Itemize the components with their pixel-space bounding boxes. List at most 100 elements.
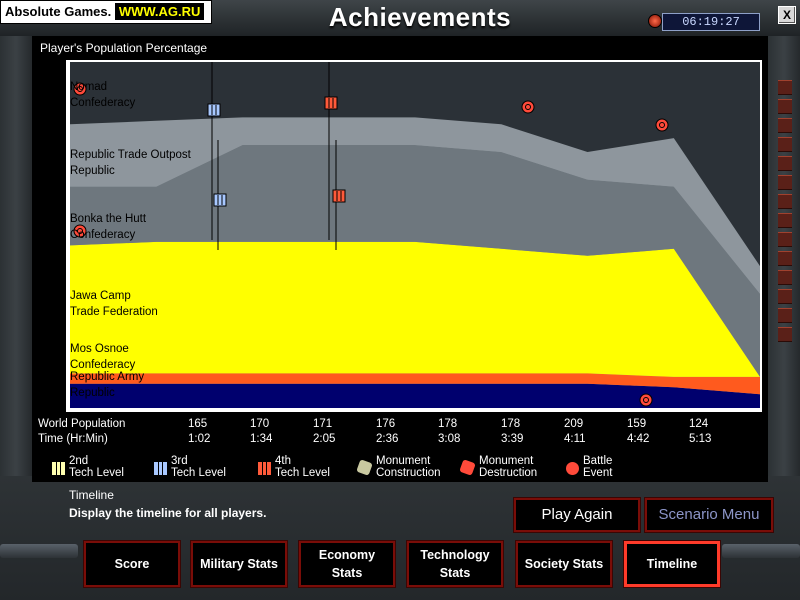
battle-event-icon bbox=[655, 118, 669, 132]
legend-label: Battle bbox=[583, 455, 613, 467]
player-name: Bonka the Hutt bbox=[70, 213, 147, 225]
legend-label: Tech Level bbox=[171, 467, 226, 479]
population-chart bbox=[66, 60, 762, 412]
tech-level-4-icon bbox=[332, 189, 346, 203]
battle-event-icon bbox=[521, 100, 535, 114]
tab-label: Score bbox=[114, 557, 150, 571]
tab-label: Technology bbox=[420, 548, 490, 562]
frame-vent bbox=[778, 118, 792, 133]
player-faction: Confederacy bbox=[70, 97, 136, 109]
population-value: 178 bbox=[501, 418, 521, 430]
player-name: Republic Army bbox=[70, 371, 145, 383]
legend-label: Event bbox=[583, 467, 613, 479]
right-frame bbox=[768, 36, 800, 476]
player-name: Jawa Camp bbox=[70, 290, 131, 302]
alert-light-icon bbox=[648, 14, 662, 28]
player-label-bonka: Bonka the Hutt Confederacy bbox=[70, 211, 146, 243]
section-description: Display the timeline for all players. bbox=[69, 506, 267, 520]
area-series-2 bbox=[70, 241, 760, 377]
frame-pipe bbox=[0, 544, 78, 558]
play-again-button[interactable]: Play Again bbox=[513, 497, 641, 533]
player-name: Nomad bbox=[70, 81, 108, 93]
time-value: 1:02 bbox=[188, 433, 211, 445]
tab-label: Stats bbox=[439, 566, 471, 580]
tech-level-3-icon bbox=[153, 461, 168, 476]
section-title: Timeline bbox=[69, 488, 114, 502]
legend-label: Tech Level bbox=[69, 467, 124, 479]
legend-label: Destruction bbox=[479, 467, 538, 479]
time-value: 2:36 bbox=[376, 433, 399, 445]
tab-label: Timeline bbox=[646, 557, 698, 571]
frame-vent bbox=[778, 289, 792, 304]
player-faction: Republic bbox=[70, 387, 115, 399]
frame-vent bbox=[778, 213, 792, 228]
time-value: 3:08 bbox=[438, 433, 461, 445]
technology-stats-tab[interactable]: Technology Stats bbox=[406, 540, 504, 588]
player-label-nomad: Nomad Confederacy bbox=[70, 79, 135, 111]
time-value: 3:39 bbox=[501, 433, 524, 445]
population-value: 178 bbox=[438, 418, 458, 430]
tab-label: Economy bbox=[318, 548, 376, 562]
time-value: 2:05 bbox=[313, 433, 336, 445]
frame-vent bbox=[778, 251, 792, 266]
frame-vent bbox=[778, 99, 792, 114]
legend-label: 4th bbox=[275, 455, 291, 467]
frame-pipe bbox=[722, 544, 800, 558]
economy-stats-tab[interactable]: Economy Stats bbox=[298, 540, 396, 588]
player-faction: Republic bbox=[70, 165, 115, 177]
timeline-tab[interactable]: Timeline bbox=[623, 540, 721, 588]
game-clock: 06:19:27 bbox=[662, 13, 760, 31]
legend-label: Monument bbox=[479, 455, 534, 467]
left-frame bbox=[0, 36, 32, 476]
player-name: Mos Osnoe bbox=[70, 343, 129, 355]
tech-level-4-icon bbox=[257, 461, 272, 476]
population-value: 170 bbox=[250, 418, 270, 430]
tab-label: Society Stats bbox=[524, 557, 604, 571]
legend-label: Monument bbox=[376, 455, 431, 467]
player-label-republic-trade-outpost: Republic Trade Outpost Republic bbox=[70, 147, 191, 179]
frame-vent bbox=[778, 308, 792, 323]
chart-title: Player's Population Percentage bbox=[40, 41, 208, 55]
tech-level-3-icon bbox=[207, 103, 221, 117]
world-population-label: World Population bbox=[38, 418, 126, 430]
population-value: 176 bbox=[376, 418, 396, 430]
score-tab[interactable]: Score bbox=[83, 540, 181, 588]
time-value: 5:13 bbox=[689, 433, 712, 445]
tab-label: Stats bbox=[331, 566, 363, 580]
legend-label: Construction bbox=[376, 467, 441, 479]
player-label-jawa-camp: Jawa Camp Trade Federation bbox=[70, 288, 158, 320]
player-faction: Confederacy bbox=[70, 229, 136, 241]
frame-vent bbox=[778, 194, 792, 209]
legend-label: 3rd bbox=[171, 455, 188, 467]
time-value: 4:11 bbox=[564, 433, 586, 445]
battle-event-icon bbox=[639, 393, 653, 407]
population-area-chart bbox=[70, 62, 760, 408]
time-value: 1:34 bbox=[250, 433, 273, 445]
frame-vent bbox=[778, 175, 792, 190]
society-stats-tab[interactable]: Society Stats bbox=[515, 540, 613, 588]
legend-label: 2nd bbox=[69, 455, 89, 467]
population-value: 209 bbox=[564, 418, 584, 430]
time-value: 4:42 bbox=[627, 433, 650, 445]
tech-level-3-icon bbox=[213, 193, 227, 207]
military-stats-tab[interactable]: Military Stats bbox=[190, 540, 288, 588]
population-value: 171 bbox=[313, 418, 333, 430]
tech-level-4-icon bbox=[324, 96, 338, 110]
population-value: 124 bbox=[689, 418, 709, 430]
area-series-0 bbox=[70, 383, 760, 408]
frame-vent bbox=[778, 270, 792, 285]
frame-vent bbox=[778, 232, 792, 247]
close-button[interactable]: X bbox=[778, 6, 796, 24]
battle-event-icon bbox=[565, 461, 580, 476]
population-value: 159 bbox=[627, 418, 647, 430]
population-value: 165 bbox=[188, 418, 208, 430]
tab-label: Military Stats bbox=[200, 557, 278, 571]
scenario-menu-button[interactable]: Scenario Menu bbox=[644, 497, 774, 533]
frame-vent bbox=[778, 156, 792, 171]
player-faction: Trade Federation bbox=[70, 306, 158, 318]
frame-vent bbox=[778, 327, 792, 342]
legend-label: Tech Level bbox=[275, 467, 330, 479]
tech-level-2-icon bbox=[51, 461, 66, 476]
player-name: Republic Trade Outpost bbox=[70, 149, 191, 161]
frame-vent bbox=[778, 137, 792, 152]
